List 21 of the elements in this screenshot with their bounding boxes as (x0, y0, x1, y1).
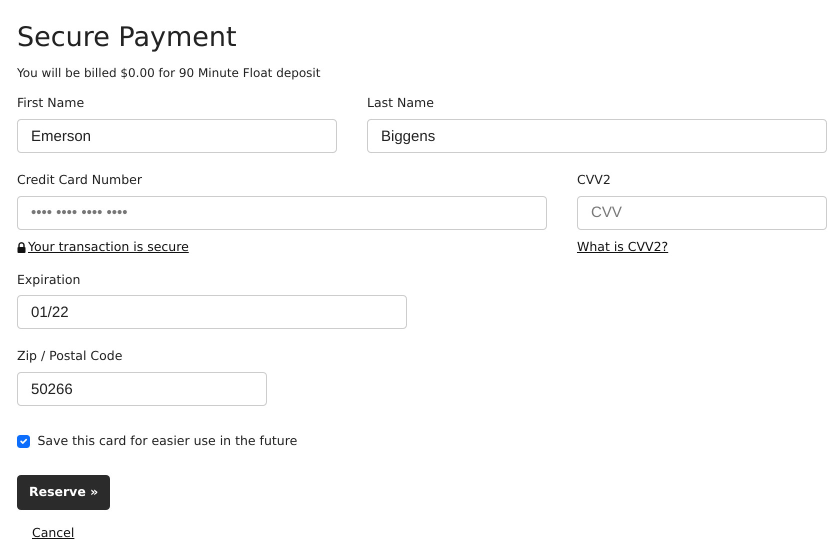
lock-icon (17, 242, 26, 253)
checkbox-label: Save this card for easier use in the future (38, 432, 298, 450)
field-label: Last Name (367, 94, 435, 112)
reserve-button[interactable]: Reserve » (17, 474, 110, 510)
last-name-field[interactable]: Biggens (367, 119, 827, 154)
field-label: Credit Card Number (17, 171, 143, 190)
field-label: Zip / Postal Code (17, 347, 124, 366)
page-title: Secure Payment (17, 22, 238, 54)
secure-link[interactable]: Your transaction is secure (28, 238, 189, 257)
expiration-field[interactable]: 01/22 (17, 295, 407, 330)
field-label: First Name (17, 94, 86, 112)
cancel-link[interactable]: Cancel (32, 524, 74, 540)
billing-note: You will be billed $0.00 for 90 Minute Float deposit (17, 65, 322, 82)
first-name-field[interactable]: Emerson (17, 119, 337, 154)
card-number-field[interactable]: •••• •••• •••• •••• (17, 196, 547, 230)
field-label: Expiration (17, 270, 82, 289)
save-card-checkbox[interactable] (17, 435, 30, 448)
cvv-field[interactable]: CVV (577, 196, 827, 230)
cvv-help-link[interactable]: What is CVV2? (577, 238, 668, 254)
field-label: CVV2 (577, 171, 612, 190)
zip-field[interactable]: 50266 (17, 372, 267, 406)
